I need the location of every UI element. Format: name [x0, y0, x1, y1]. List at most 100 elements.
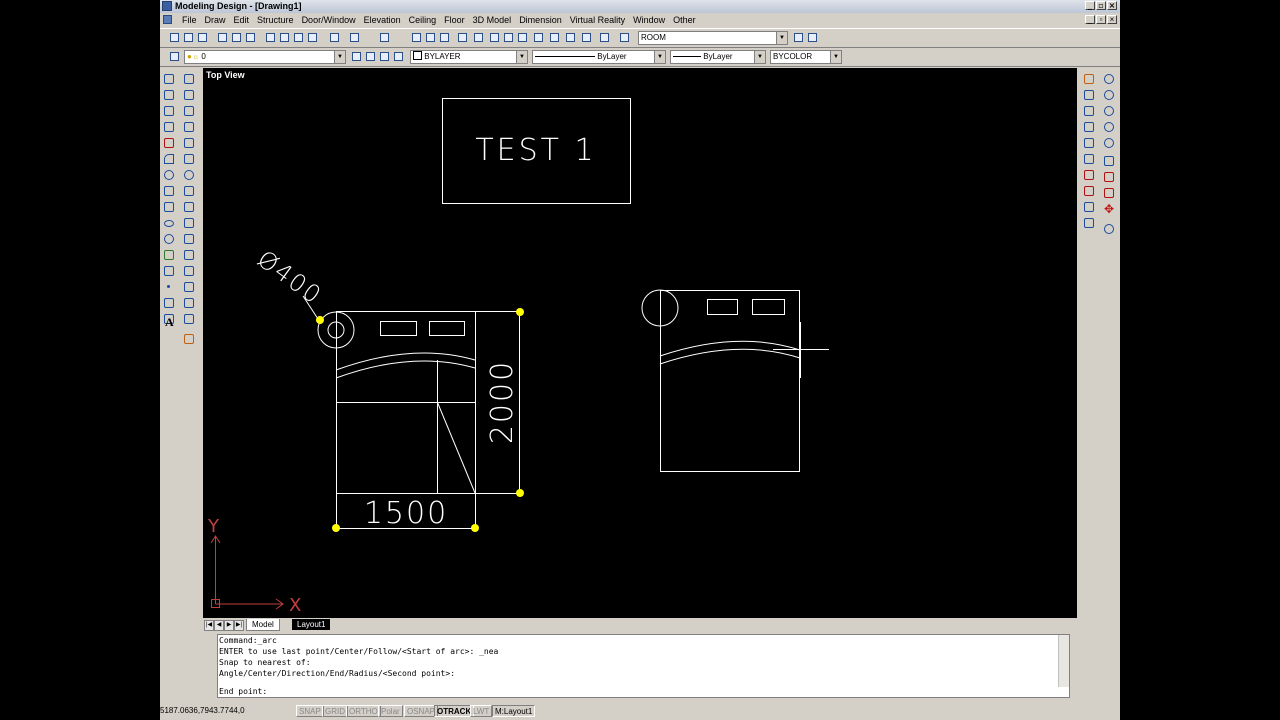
paste-icon[interactable] — [292, 31, 305, 44]
menu-structure[interactable]: Structure — [253, 15, 298, 25]
stretch-icon[interactable] — [182, 200, 196, 214]
zoom-window-icon[interactable] — [488, 31, 501, 44]
menu-ceiling[interactable]: Ceiling — [405, 15, 441, 25]
make-block-icon[interactable] — [162, 264, 176, 278]
grip[interactable] — [471, 524, 479, 532]
spline-icon[interactable] — [162, 200, 176, 214]
bed-right[interactable] — [641, 289, 801, 472]
prev-tab-icon[interactable]: ◀ — [214, 620, 224, 631]
zoom-all-icon[interactable] — [1102, 120, 1116, 134]
walk-icon[interactable] — [1082, 88, 1096, 102]
insert-block-icon[interactable] — [162, 248, 176, 262]
room-tool-icon[interactable] — [806, 31, 819, 44]
material-icon[interactable] — [1082, 216, 1096, 230]
doc-minimize-icon[interactable]: _ — [1085, 15, 1095, 24]
last-tab-icon[interactable]: ▶| — [234, 620, 244, 631]
copy-object-icon[interactable] — [182, 88, 196, 102]
arrow-out-icon[interactable] — [1102, 170, 1116, 184]
hatch-icon[interactable] — [162, 296, 176, 310]
restore-icon[interactable]: ▫ — [1096, 1, 1106, 10]
point-icon[interactable] — [162, 280, 176, 294]
offset-icon[interactable] — [182, 120, 196, 134]
tile-panel-icon[interactable] — [1102, 154, 1116, 168]
osnap-toggle[interactable]: OSNAP — [404, 705, 439, 717]
join-icon[interactable] — [182, 264, 196, 278]
width-dimension-text[interactable]: 1500 — [364, 496, 448, 531]
pan-move-icon[interactable]: ✥ — [1102, 202, 1116, 218]
zoom-extents-icon[interactable] — [1102, 104, 1116, 118]
linetype-tool-icon[interactable] — [438, 31, 451, 44]
tab-model[interactable]: Model — [246, 619, 280, 631]
doc-restore-icon[interactable]: ▫ — [1096, 15, 1106, 24]
menu-dimension[interactable]: Dimension — [515, 15, 566, 25]
layer-select[interactable]: ●☼ 0 ▼ — [184, 50, 346, 64]
open-file-icon[interactable] — [182, 31, 195, 44]
save-icon[interactable] — [196, 31, 209, 44]
height-dimension-text[interactable]: 2000 — [485, 360, 520, 444]
shade-icon[interactable] — [1082, 200, 1096, 214]
multiline-text-icon[interactable]: A — [162, 315, 176, 330]
ortho-toggle[interactable]: ORTHO — [346, 705, 381, 717]
linetype-select[interactable]: ByLayer ▼ — [532, 50, 666, 64]
render-icon[interactable] — [1082, 168, 1096, 182]
command-prompt[interactable]: End point: — [218, 687, 267, 696]
polyline-icon[interactable] — [162, 104, 176, 118]
copy-special-icon[interactable] — [306, 31, 319, 44]
plane-icon[interactable] — [1082, 120, 1096, 134]
close-icon[interactable]: × — [1107, 1, 1117, 10]
grid-toggle[interactable]: GRID — [322, 705, 348, 717]
redo-icon[interactable] — [378, 31, 391, 44]
test-text[interactable]: TEST 1 — [475, 133, 596, 168]
new-file-icon[interactable] — [168, 31, 181, 44]
menu-other[interactable]: Other — [669, 15, 700, 25]
polar-toggle[interactable]: Polar — [378, 705, 403, 717]
explode-icon[interactable] — [182, 312, 196, 326]
next-tab-icon[interactable]: ▶ — [224, 620, 234, 631]
grip[interactable] — [516, 308, 524, 316]
grip[interactable] — [516, 489, 524, 497]
first-tab-icon[interactable]: |◀ — [204, 620, 214, 631]
polygon-icon[interactable] — [162, 120, 176, 134]
plotstyle-select[interactable]: BYCOLOR ▼ — [770, 50, 842, 64]
arc-icon[interactable] — [162, 152, 176, 166]
room-select[interactable]: ROOM ▼ — [638, 31, 788, 45]
menu-window[interactable]: Window — [629, 15, 669, 25]
design-center-icon[interactable] — [532, 31, 545, 44]
tab-layout1[interactable]: Layout1 — [292, 619, 331, 630]
zoom-previous-icon[interactable] — [502, 31, 515, 44]
layer-filter-icon[interactable] — [392, 50, 405, 63]
extend-icon[interactable] — [182, 232, 196, 246]
properties-icon[interactable] — [516, 31, 529, 44]
construction-line-icon[interactable] — [162, 88, 176, 102]
scale-icon[interactable] — [182, 184, 196, 198]
command-window[interactable]: Command:_arc ENTER to use last point/Cen… — [217, 634, 1070, 698]
command-scrollbar[interactable] — [1058, 635, 1069, 687]
make-current-layer-icon[interactable] — [350, 50, 363, 63]
rectangle-icon[interactable] — [162, 136, 176, 150]
zoom-scale-icon[interactable] — [1102, 136, 1116, 150]
menu-floor[interactable]: Floor — [440, 15, 469, 25]
menu-door-window[interactable]: Door/Window — [298, 15, 360, 25]
undo-icon[interactable] — [348, 31, 361, 44]
box-view-icon[interactable] — [1082, 104, 1096, 118]
copy-icon[interactable] — [278, 31, 291, 44]
menu-file[interactable]: File — [178, 15, 201, 25]
doc-close-icon[interactable]: × — [1107, 15, 1117, 24]
tile-view-icon[interactable] — [1082, 136, 1096, 150]
solid-icon[interactable] — [1082, 184, 1096, 198]
drawing-viewport[interactable]: Top View TEST 1 1500 2000 Ø400 Y X — [203, 68, 1077, 618]
trim-icon[interactable] — [182, 216, 196, 230]
ellipse-arc-icon[interactable] — [162, 232, 176, 246]
orbit-icon[interactable] — [1082, 72, 1096, 86]
minimize-icon[interactable]: _ — [1085, 1, 1095, 10]
diameter-dimension-text[interactable]: Ø400 — [252, 245, 327, 310]
ellipse-icon[interactable] — [162, 216, 176, 230]
grip[interactable] — [332, 524, 340, 532]
mirror-icon[interactable] — [182, 104, 196, 118]
arrow-in-icon[interactable] — [1102, 186, 1116, 200]
lwt-toggle[interactable]: LWT — [470, 705, 493, 717]
layer-tool-icon[interactable] — [424, 31, 437, 44]
tool-palette-icon[interactable] — [548, 31, 561, 44]
misc-tool-icon[interactable] — [182, 332, 196, 346]
menu-draw[interactable]: Draw — [201, 15, 230, 25]
